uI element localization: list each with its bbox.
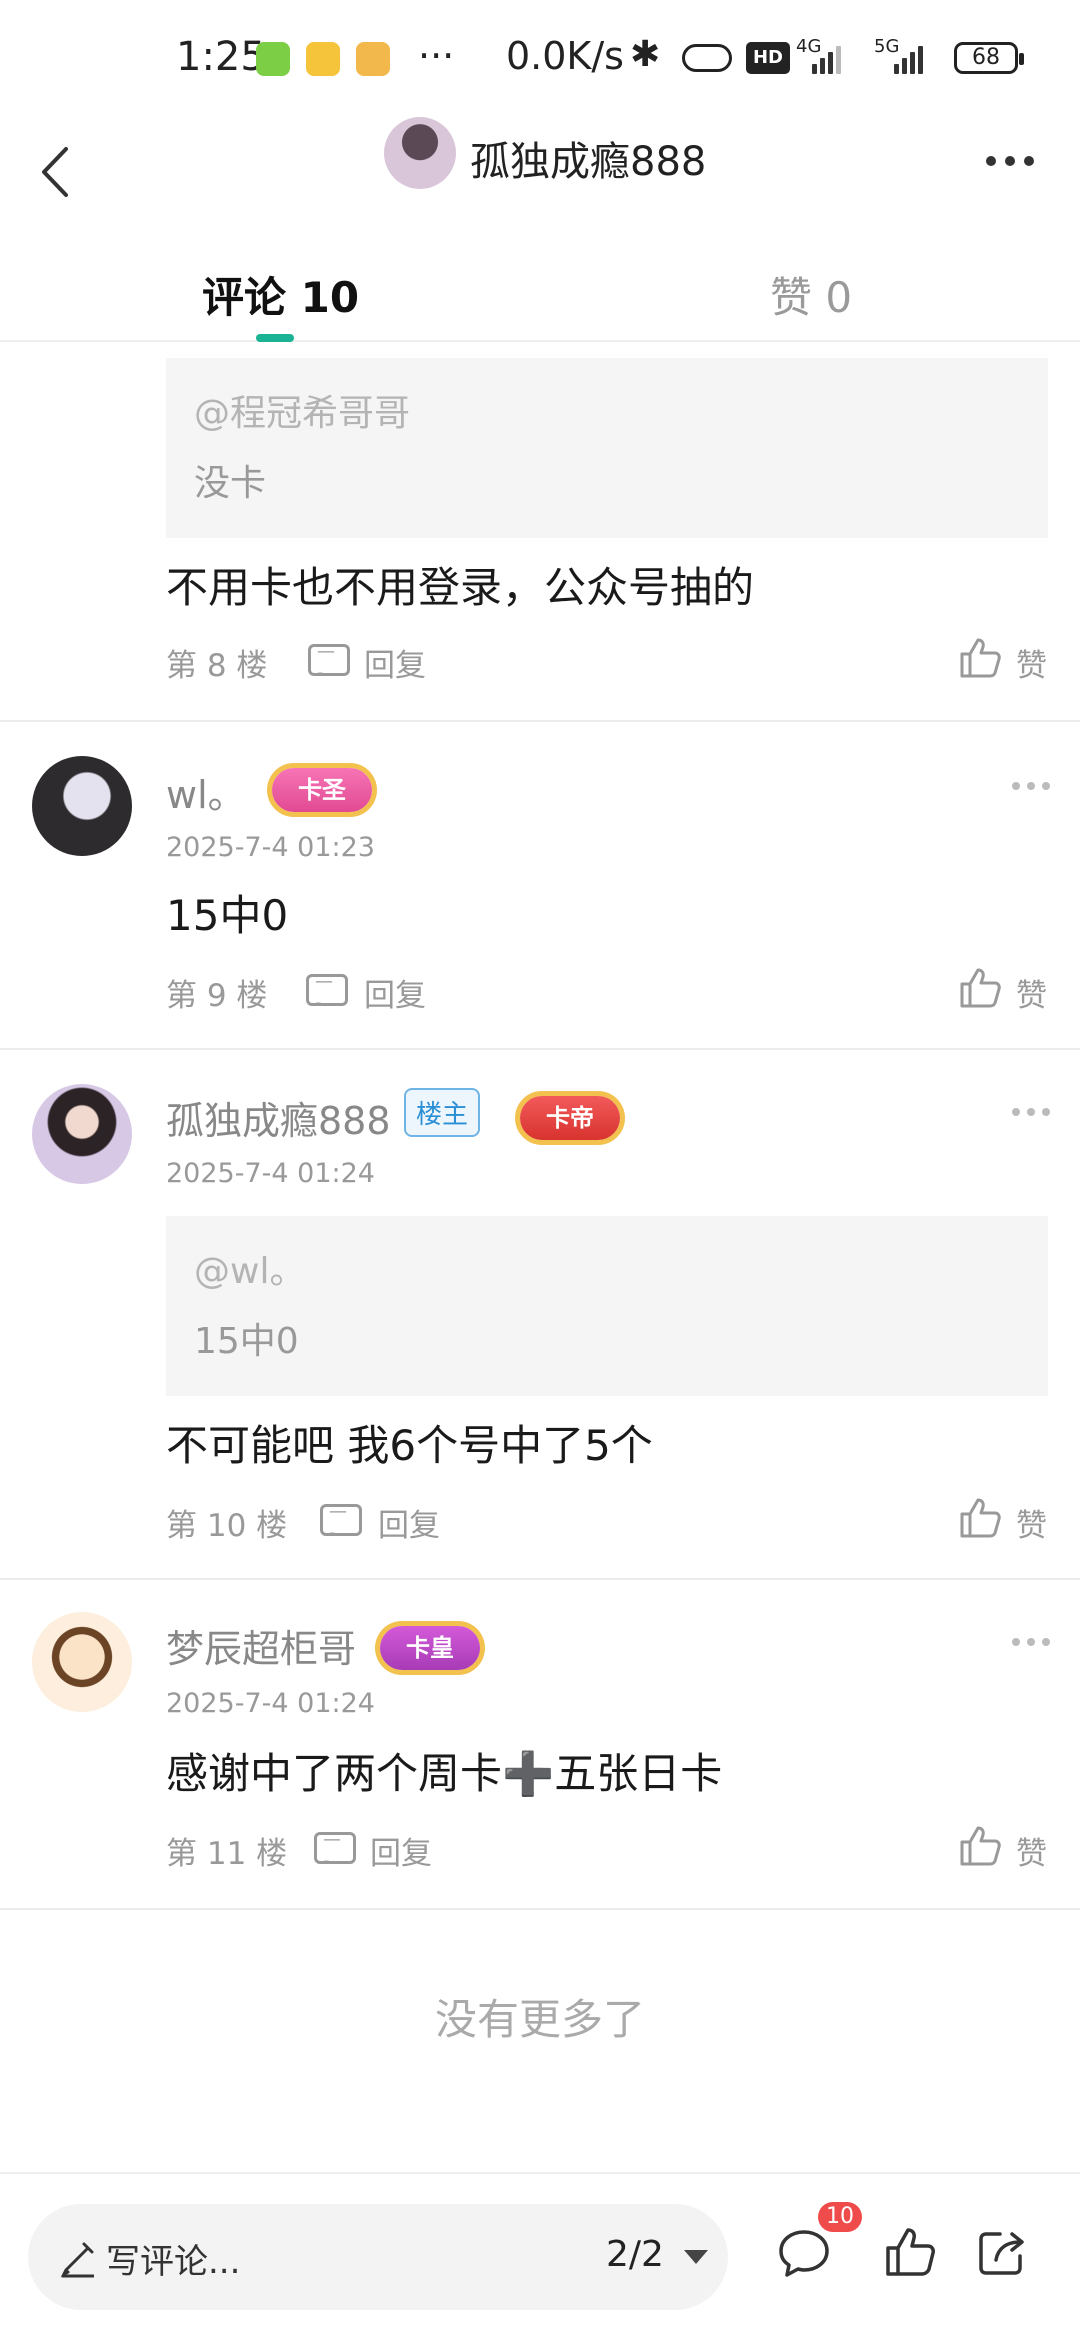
comment-more-icon[interactable] (1012, 1108, 1050, 1116)
comment-username[interactable]: 梦辰超柜哥 (166, 1618, 356, 1673)
comment-item: 孤独成瘾888 楼主 卡帝 2025-7-4 01:24 @wl。 15中0 不… (0, 1050, 1080, 1580)
reply-button[interactable]: 回复 (364, 970, 426, 1015)
like-button[interactable]: 赞 (1016, 970, 1047, 1015)
reply-icon[interactable] (306, 971, 348, 1013)
thumbs-up-icon[interactable] (958, 636, 1002, 680)
comment-date: 2025-7-4 01:24 (166, 1158, 375, 1189)
comment-username[interactable]: 孤独成瘾888 (166, 1090, 391, 1145)
reply-icon[interactable] (314, 1829, 356, 1871)
game-app-icon (356, 42, 390, 76)
reply-button[interactable]: 回复 (364, 640, 426, 685)
tab-comments[interactable]: 评论 10 (202, 264, 359, 325)
page-indicator[interactable]: 2/2 (606, 2234, 664, 2275)
comment-content: 不可能吧 我6个号中了5个 (166, 1421, 653, 1470)
comment-date: 2025-7-4 01:23 (166, 832, 375, 863)
comment-content: 15中0 (166, 891, 289, 940)
pencil-icon (60, 2242, 94, 2278)
battery-icon: 68 (954, 42, 1024, 74)
reply-button[interactable]: 回复 (370, 1828, 432, 1873)
comment-content: 不用卡也不用登录，公众号抽的 (166, 563, 755, 612)
like-button[interactable]: 赞 (1016, 1500, 1047, 1545)
hd-icon: HD (746, 42, 790, 74)
quoted-comment: @程冠希哥哥 没卡 (166, 358, 1048, 538)
rank-badge: 卡皇 (380, 1626, 480, 1670)
avatar[interactable] (32, 756, 132, 856)
comment-placeholder: 写评论... (106, 2242, 241, 2282)
like-button[interactable]: 赞 (1016, 640, 1047, 685)
comment-item: wl。 卡圣 2025-7-4 01:23 15中0 第 9 楼 回复 赞 (0, 722, 1080, 1050)
like-button[interactable]: 赞 (1016, 1828, 1047, 1873)
reply-icon[interactable] (320, 1501, 362, 1543)
bottom-bar: 写评论... 2/2 10 (0, 2172, 1080, 2340)
comment-count-badge: 10 (818, 2202, 862, 2232)
floor-number: 第 10 楼 (166, 1508, 288, 1544)
signal-2-icon (894, 42, 923, 74)
comment-item: @程冠希哥哥 没卡 不用卡也不用登录，公众号抽的 第 8 楼 回复 赞 (0, 344, 1080, 722)
tab-likes[interactable]: 赞 0 (770, 264, 852, 325)
download-app-icon (256, 42, 290, 76)
reply-button[interactable]: 回复 (378, 1500, 440, 1545)
thumbs-up-icon[interactable] (958, 1496, 1002, 1540)
thumbs-up-icon[interactable] (882, 2224, 938, 2280)
comment-bubble-icon[interactable] (776, 2226, 832, 2282)
comment-content: 感谢中了两个周卡➕五张日卡 (166, 1749, 723, 1798)
chevron-down-icon[interactable] (684, 2250, 708, 2264)
page-title[interactable]: 孤独成瘾888 (470, 129, 706, 187)
share-icon[interactable] (974, 2224, 1030, 2280)
floor-number: 第 9 楼 (166, 978, 268, 1014)
comment-date: 2025-7-4 01:24 (166, 1688, 375, 1719)
thumbs-up-icon[interactable] (958, 1824, 1002, 1868)
end-of-list-text: 没有更多了 (434, 1995, 645, 2044)
owner-badge: 楼主 (404, 1088, 481, 1137)
comment-more-icon[interactable] (1012, 1638, 1050, 1646)
back-arrow-icon[interactable] (22, 135, 92, 205)
status-bar: 1:25 ··· 0.0K/s ✱ HD 4G 5G 68 (0, 0, 1080, 115)
top-nav: 孤独成瘾888 (0, 115, 1080, 235)
quoted-comment: @wl。 15中0 (166, 1216, 1048, 1396)
weibo-app-icon (306, 42, 340, 76)
net-speed: 0.0K/s (506, 34, 624, 78)
reply-icon[interactable] (308, 641, 350, 683)
quoted-text: 没卡 (194, 463, 267, 504)
signal-1-icon (812, 42, 841, 74)
avatar[interactable] (32, 1612, 132, 1712)
rank-badge: 卡帝 (520, 1096, 620, 1140)
rank-badge: 卡圣 (272, 768, 372, 812)
thumbs-up-icon[interactable] (958, 966, 1002, 1010)
more-options-icon[interactable] (986, 151, 1046, 171)
quoted-username[interactable]: @程冠希哥哥 (194, 384, 410, 436)
tab-bar: 评论 10 赞 0 (0, 240, 1080, 342)
quoted-username[interactable]: @wl。 (194, 1242, 305, 1294)
vibrate-icon (682, 44, 732, 72)
status-time: 1:25 (176, 34, 266, 80)
comment-username[interactable]: wl。 (166, 764, 246, 819)
floor-number: 第 11 楼 (166, 1836, 288, 1872)
avatar[interactable] (32, 1084, 132, 1184)
status-more: ··· (418, 34, 455, 78)
write-comment-input[interactable]: 写评论... 2/2 (28, 2204, 728, 2310)
floor-number: 第 8 楼 (166, 648, 268, 684)
tab-active-indicator (256, 334, 294, 342)
bluetooth-icon: ✱ (630, 34, 661, 75)
comment-item: 梦辰超柜哥 卡皇 2025-7-4 01:24 感谢中了两个周卡➕五张日卡 第 … (0, 1580, 1080, 1910)
quoted-text: 15中0 (194, 1321, 299, 1362)
comment-more-icon[interactable] (1012, 782, 1050, 790)
author-avatar[interactable] (384, 117, 456, 189)
